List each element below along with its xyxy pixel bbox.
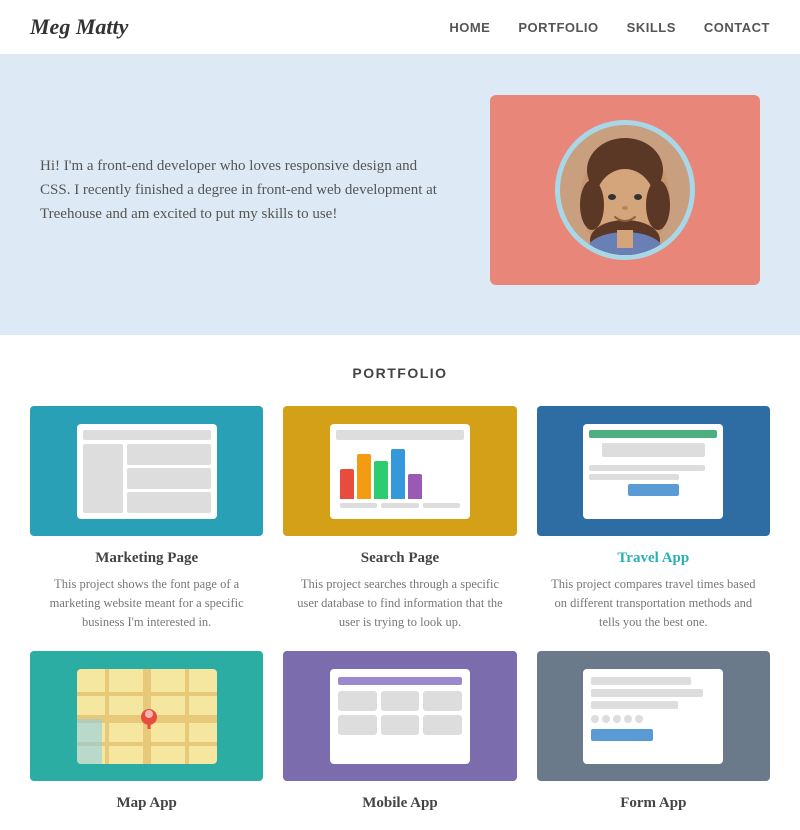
app-icon-3 [423, 691, 462, 711]
travel-button [628, 484, 679, 496]
bar-5 [408, 474, 422, 499]
content-block-1 [127, 444, 211, 465]
thumbnail-map[interactable] [30, 651, 263, 781]
portfolio-item-title-form: Form App [620, 795, 686, 812]
thumbnail-marketing[interactable] [30, 406, 263, 536]
map-mockup [77, 669, 217, 764]
form-dot-2 [602, 715, 610, 723]
nav-home[interactable]: HOME [449, 20, 490, 35]
main-nav: HOME PORTFOLIO SKILLS CONTACT [449, 20, 770, 35]
site-header: Meg Matty HOME PORTFOLIO SKILLS CONTACT [0, 0, 800, 55]
form-dots [591, 715, 715, 723]
travel-lines [589, 461, 717, 480]
bar-3 [374, 461, 388, 499]
form-line-3 [591, 701, 678, 709]
portfolio-item-title-search: Search Page [361, 550, 439, 567]
portfolio-item-title-map: Map App [116, 795, 176, 812]
app-icon-2 [381, 691, 420, 711]
portfolio-item-map: Map App [30, 651, 263, 820]
portfolio-item-desc-search: This project searches through a specific… [295, 575, 505, 631]
portfolio-item-travel: Travel App This project compares travel … [537, 406, 770, 631]
thumbnail-mobile[interactable] [283, 651, 516, 781]
portfolio-title: PORTFOLIO [30, 365, 770, 381]
browser-sidebar [83, 444, 123, 513]
travel-top-bar [589, 430, 717, 438]
portfolio-grid: Marketing Page This project shows the fo… [30, 406, 770, 820]
hero-section: Hi! I'm a front-end developer who loves … [0, 55, 800, 335]
thumbnail-search[interactable] [283, 406, 516, 536]
travel-line-1 [589, 465, 704, 471]
hero-bio: Hi! I'm a front-end developer who loves … [40, 154, 440, 226]
hero-image-container [490, 95, 760, 285]
portfolio-item-desc-travel: This project compares travel times based… [548, 575, 758, 631]
travel-mockup [583, 424, 723, 519]
browser-mockup-marketing [77, 424, 217, 519]
site-title: Meg Matty [30, 14, 128, 40]
chart-label-3 [423, 503, 460, 508]
browser-mockup-search [330, 424, 470, 519]
form-dot-5 [635, 715, 643, 723]
portfolio-item-desc-marketing: This project shows the font page of a ma… [42, 575, 252, 631]
avatar [555, 120, 695, 260]
form-dot-3 [613, 715, 621, 723]
portfolio-item-marketing: Marketing Page This project shows the fo… [30, 406, 263, 631]
chart-bars [336, 444, 464, 499]
nav-portfolio[interactable]: PORTFOLIO [518, 20, 598, 35]
app-grid-mockup [330, 669, 470, 764]
travel-line-2 [589, 474, 679, 480]
chart-label-1 [340, 503, 377, 508]
chart-labels [336, 499, 464, 512]
browser-body [83, 444, 211, 513]
portfolio-item-title-mobile: Mobile App [362, 795, 437, 812]
bar-1 [340, 469, 354, 499]
app-icon-5 [381, 715, 420, 735]
chart-label-2 [381, 503, 418, 508]
nav-skills[interactable]: SKILLS [627, 20, 676, 35]
content-block-2 [127, 468, 211, 489]
avatar-image [560, 125, 690, 255]
bar-2 [357, 454, 371, 499]
portfolio-item-form: Form App [537, 651, 770, 820]
browser-content [127, 444, 211, 513]
content-block-3 [127, 492, 211, 513]
thumbnail-travel[interactable] [537, 406, 770, 536]
form-dot-4 [624, 715, 632, 723]
form-lines [591, 677, 715, 709]
form-dot-1 [591, 715, 599, 723]
portfolio-section: PORTFOLIO Marketing Page [0, 335, 800, 830]
form-line-1 [591, 677, 690, 685]
form-mockup [583, 669, 723, 764]
app-icon-4 [338, 715, 377, 735]
portfolio-item-mobile: Mobile App [283, 651, 516, 820]
map-svg [77, 669, 217, 764]
portfolio-item-title-marketing: Marketing Page [95, 550, 198, 567]
app-icon-6 [423, 715, 462, 735]
travel-search-bar [602, 443, 704, 457]
portfolio-item-title-travel: Travel App [617, 550, 689, 567]
app-grid-icons [338, 691, 462, 735]
form-submit-btn [591, 729, 653, 741]
browser-bar-search [336, 430, 464, 440]
browser-bar [83, 430, 211, 440]
thumbnail-form[interactable] [537, 651, 770, 781]
form-line-2 [591, 689, 703, 697]
app-grid-bar [338, 677, 462, 685]
app-icon-1 [338, 691, 377, 711]
portfolio-item-search: Search Page This project searches throug… [283, 406, 516, 631]
bar-4 [391, 449, 405, 499]
nav-contact[interactable]: CONTACT [704, 20, 770, 35]
